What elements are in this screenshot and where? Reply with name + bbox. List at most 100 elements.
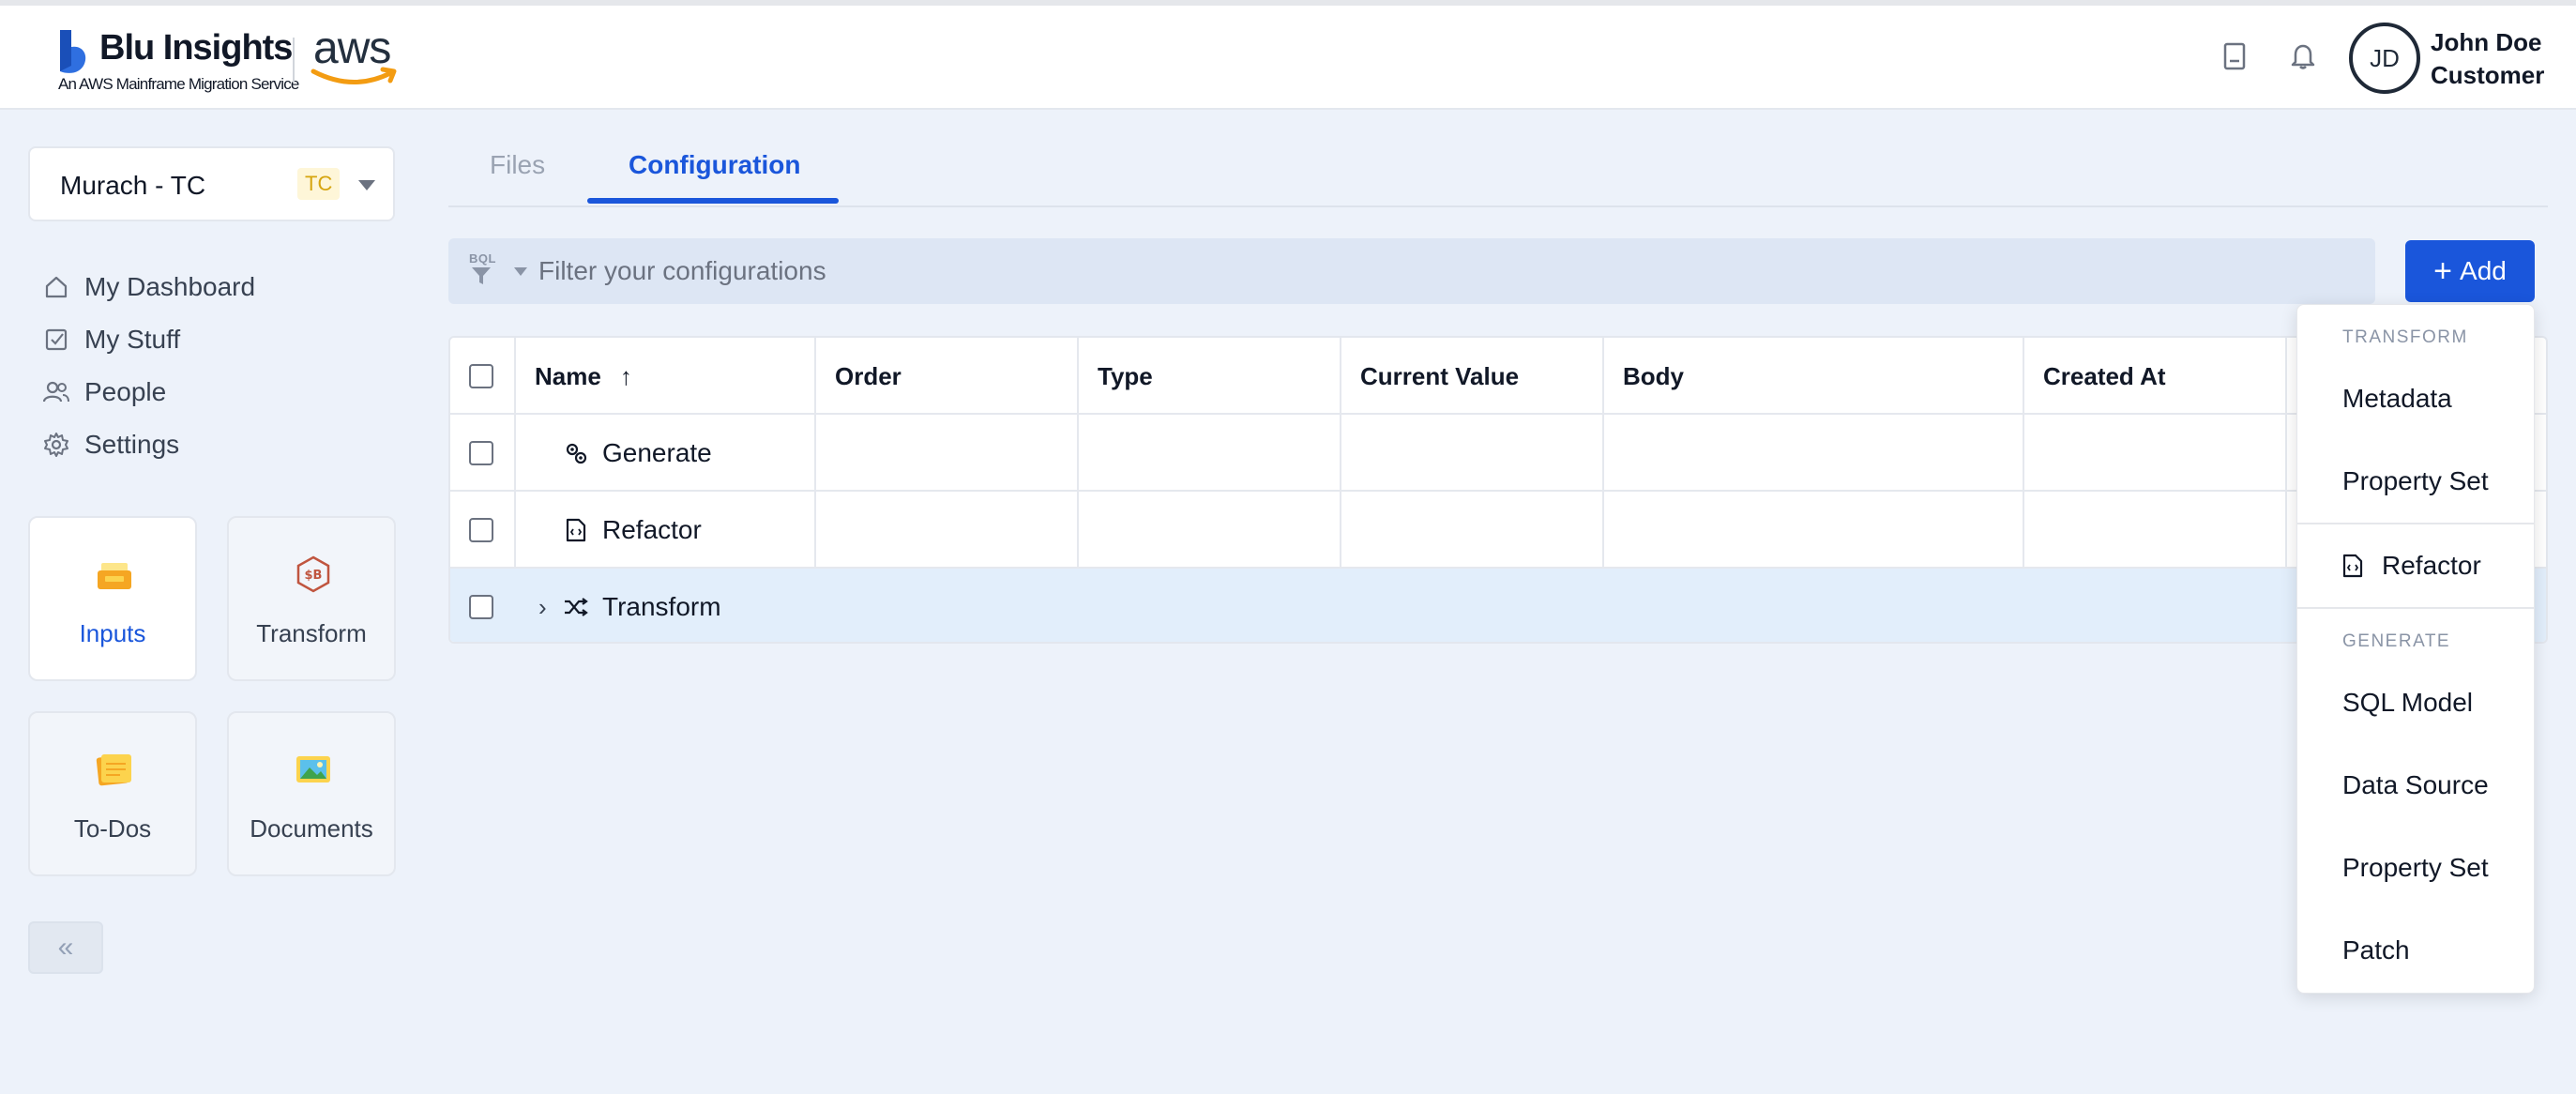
menu-item-data-source[interactable]: Data Source [2342, 770, 2489, 800]
project-name: Murach - TC [60, 171, 206, 200]
tile-to-dos[interactable]: To-Dos [28, 711, 197, 876]
menu-item-metadata[interactable]: Metadata [2342, 384, 2452, 414]
add-button[interactable]: + Add [2405, 240, 2535, 302]
brand-name: Blu Insights [99, 28, 293, 68]
tile-label: Inputs [79, 619, 146, 647]
table-header-row: Name ↑ Order Type Current Value Body Cre… [450, 338, 2546, 415]
tabs-divider [448, 205, 2548, 207]
file-code-icon [2342, 554, 2363, 578]
brand-logo[interactable]: Blu Insights An AWS Mainframe Migration … [56, 23, 413, 98]
filter-input[interactable] [538, 251, 2321, 291]
table-row[interactable]: Generate [450, 415, 2546, 492]
current-value-cell [1341, 415, 1604, 492]
tile-transform[interactable]: $B Transform [227, 516, 396, 681]
menu-item-refactor[interactable]: Refactor [2342, 551, 2481, 581]
row-select-cell [450, 569, 516, 642]
menu-item-patch[interactable]: Patch [2342, 935, 2410, 965]
menu-section-header: TRANSFORM [2342, 327, 2468, 347]
active-tab-indicator [587, 198, 839, 204]
aws-smile-icon [311, 67, 397, 84]
created-at-cell [2024, 492, 2287, 569]
tile-label: Transform [256, 619, 367, 647]
column-label: Order [835, 361, 902, 390]
checkbox-icon [41, 325, 71, 355]
column-header-order[interactable]: Order [816, 338, 1079, 415]
current-value-cell [1341, 492, 1604, 569]
column-header-name[interactable]: Name ↑ [516, 338, 816, 415]
row-checkbox[interactable] [469, 518, 493, 542]
table-row[interactable]: Refactor [450, 492, 2546, 569]
column-header-type[interactable]: Type [1079, 338, 1341, 415]
user-name[interactable]: John Doe [2431, 28, 2541, 57]
chevron-right-icon[interactable]: › [538, 593, 557, 622]
filter-caret-icon[interactable] [514, 267, 527, 276]
bell-icon[interactable] [2284, 38, 2322, 75]
plus-icon: + [2433, 252, 2453, 289]
menu-item-generate-property-set[interactable]: Property Set [2342, 853, 2489, 883]
svg-text:$B: $B [305, 569, 323, 583]
home-icon [41, 272, 71, 302]
app-header: Blu Insights An AWS Mainframe Migration … [0, 6, 2576, 110]
column-header-current-value[interactable]: Current Value [1341, 338, 1604, 415]
row-select-cell [450, 415, 516, 492]
tab-configuration[interactable]: Configuration [629, 150, 801, 180]
name-cell: Refactor [516, 492, 816, 569]
user-role: Customer [2431, 61, 2545, 89]
funnel-icon[interactable] [471, 266, 492, 285]
bql-badge: BQL [469, 251, 496, 266]
tile-label: Documents [250, 814, 373, 843]
row-checkbox[interactable] [469, 595, 493, 619]
column-header-body[interactable]: Body [1604, 338, 2024, 415]
menu-item-sql-model[interactable]: SQL Model [2342, 688, 2473, 718]
collapse-sidebar-button[interactable]: « [28, 921, 103, 974]
gears-icon [563, 440, 589, 466]
user-avatar[interactable]: JD [2349, 23, 2420, 94]
sidebar-item-people[interactable]: People [41, 373, 166, 411]
tile-label: To-Dos [73, 814, 152, 843]
sidebar-item-my-stuff[interactable]: My Stuff [41, 321, 180, 358]
column-label: Body [1623, 361, 1684, 390]
row-checkbox[interactable] [469, 441, 493, 465]
select-all-checkbox[interactable] [469, 364, 493, 388]
row-select-cell [450, 492, 516, 569]
sidebar-item-my-dashboard[interactable]: My Dashboard [41, 268, 255, 306]
caret-down-icon [358, 180, 375, 190]
menu-divider [2297, 523, 2534, 524]
blu-logo-icon [60, 30, 86, 73]
menu-section-header: GENERATE [2342, 631, 2451, 651]
nav-label: My Dashboard [84, 272, 256, 301]
created-at-cell [2024, 415, 2287, 492]
sidebar-item-settings[interactable]: Settings [41, 426, 179, 463]
column-label: Current Value [1360, 361, 1520, 390]
name-cell: › Transform [516, 569, 985, 642]
table-row[interactable]: › Transform [450, 569, 2546, 642]
logo-divider [293, 38, 295, 83]
add-button-label: Add [2460, 256, 2507, 285]
tile-inputs[interactable]: Inputs [28, 516, 197, 681]
tile-documents[interactable]: Documents [227, 711, 396, 876]
gear-icon [41, 430, 71, 460]
row-name: Generate [602, 438, 712, 467]
type-cell [1079, 415, 1341, 492]
menu-divider [2297, 607, 2534, 609]
filter-bar: BQL [448, 238, 2375, 304]
column-label: Type [1098, 361, 1153, 390]
row-name: Refactor [602, 515, 702, 544]
inbox-tray-icon [98, 563, 131, 589]
column-header-created-at[interactable]: Created At [2024, 338, 2287, 415]
tab-files[interactable]: Files [490, 150, 545, 180]
column-label: Name [535, 361, 601, 390]
aws-logo: aws [310, 23, 407, 90]
brand-tagline: An AWS Mainframe Migration Service [58, 75, 299, 93]
menu-item-transform-property-set[interactable]: Property Set [2342, 466, 2489, 496]
nav-label: My Stuff [84, 325, 181, 354]
add-dropdown-menu: TRANSFORM Metadata Property Set Refactor… [2296, 304, 2535, 994]
book-icon[interactable] [2216, 38, 2253, 75]
sort-ascending-icon[interactable]: ↑ [620, 362, 632, 391]
project-selector[interactable]: Murach - TC TC [28, 146, 395, 221]
hexagon-transform-icon: $B [296, 555, 330, 593]
picture-frame-icon [296, 756, 330, 783]
configurations-table: Name ↑ Order Type Current Value Body Cre… [448, 336, 2548, 644]
name-cell: Generate [516, 415, 816, 492]
menu-item-label: Refactor [2382, 551, 2481, 580]
